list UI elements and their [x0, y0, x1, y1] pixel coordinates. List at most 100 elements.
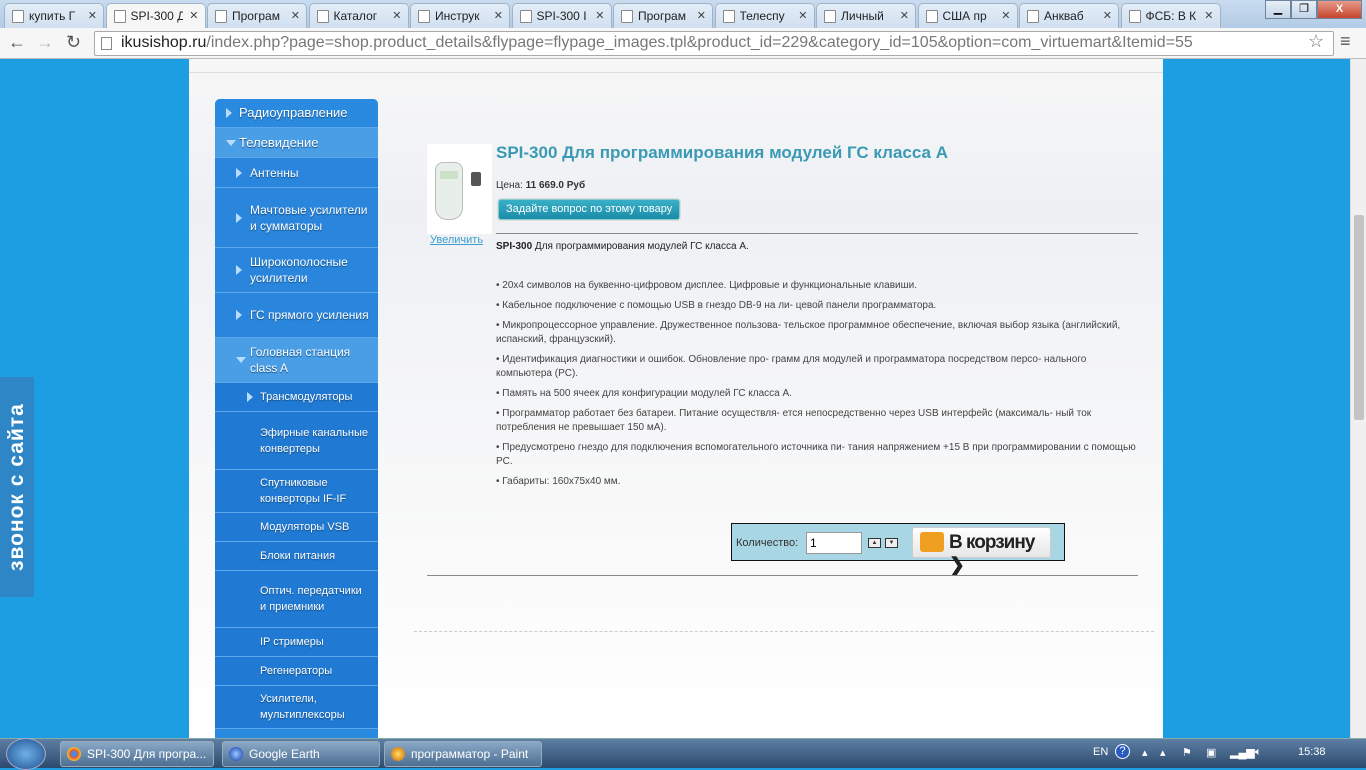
sidebar-item[interactable]: Антенны	[215, 158, 378, 188]
tab-title: Личный	[841, 9, 884, 23]
tab-title: купить Г	[29, 9, 76, 23]
close-tab-icon[interactable]: ✕	[900, 9, 909, 22]
taskbar-item-chrome[interactable]: SPI-300 Для програ...	[60, 741, 214, 767]
taskbar-item-paint[interactable]: программатор - Paint	[384, 741, 542, 767]
close-tab-icon[interactable]: ✕	[291, 9, 300, 22]
close-window-button[interactable]: X	[1317, 0, 1362, 19]
vertical-scrollbar[interactable]	[1350, 59, 1366, 738]
tab-strip: ▁ ❐ X купить Г ✕ SPI-300 Д ✕ Програм ✕ Каталог…	[0, 0, 1366, 28]
zoom-image-link[interactable]: Увеличить	[430, 234, 483, 246]
ask-question-button[interactable]: Задайте вопрос по этому товару	[498, 199, 681, 220]
tab[interactable]: Личный ✕	[816, 3, 916, 28]
tab[interactable]: SPI-300 Д ✕	[105, 3, 206, 28]
sidebar-item[interactable]: Спутниковые конверторы IF-IF	[215, 470, 378, 513]
sidebar-item-label: Мачтовые усилители и сумматоры	[250, 202, 368, 233]
tab[interactable]: ФСБ: В К ✕	[1120, 3, 1221, 28]
quantity-label: Количество:	[736, 537, 799, 549]
close-tab-icon[interactable]: ✕	[494, 9, 503, 22]
doc-icon	[1027, 10, 1039, 23]
address-bar[interactable]: ikusishop.ru/index.php?page=shop.product…	[94, 31, 1334, 56]
tab[interactable]: Телеспу ✕	[714, 3, 815, 28]
close-tab-icon[interactable]: ✕	[189, 9, 198, 22]
tab[interactable]: Каталог ✕	[308, 3, 409, 28]
feature-item: • Микропроцессорное управление. Дружеств…	[496, 320, 1121, 345]
price-label: Цена:	[496, 180, 523, 191]
programmer-device-image	[435, 162, 463, 220]
tab-title: ФСБ: В К	[1145, 9, 1197, 23]
sidebar-item[interactable]	[215, 729, 378, 738]
taskbar-label: программатор - Paint	[411, 747, 529, 761]
quantity-down-button[interactable]: ▼	[885, 538, 898, 548]
callback-widget[interactable]: звонок с сайта	[0, 377, 34, 597]
sidebar-item-label: Головная станция class A	[250, 345, 351, 375]
volume-icon[interactable]: 🔈︎	[1255, 746, 1262, 759]
sidebar-item[interactable]: Трансмодуляторы	[215, 383, 378, 412]
flag-icon[interactable]: ⚑	[1182, 746, 1192, 759]
tab-title: Телеспу	[739, 9, 785, 23]
taskbar: SPI-300 Для програ... Google Earth прогр…	[0, 738, 1366, 770]
menu-icon[interactable]: ≡	[1340, 31, 1351, 52]
close-tab-icon[interactable]: ✕	[88, 9, 97, 22]
quantity-up-button[interactable]: ▲	[868, 538, 881, 548]
dashed-divider	[414, 631, 1154, 632]
tab[interactable]: США пр ✕	[917, 3, 1018, 28]
tab[interactable]: SPI-300 I ✕	[511, 3, 612, 28]
sidebar-item-label: Модуляторы VSB	[260, 521, 350, 533]
category-menu: Радиоуправление Телевидение Антенны Мачтовы…	[215, 99, 378, 738]
sidebar-item[interactable]: Блоки питания	[215, 542, 378, 571]
reload-icon[interactable]: ↻	[66, 32, 81, 53]
sidebar-item[interactable]: IP стримеры	[215, 628, 378, 657]
taskbar-item-google-earth[interactable]: Google Earth	[222, 741, 380, 767]
sidebar-item[interactable]: Головная станция class A	[215, 338, 378, 383]
bookmark-star-icon[interactable]: ☆	[1308, 31, 1324, 52]
device-icon[interactable]: ▣	[1206, 746, 1216, 759]
add-to-cart-button[interactable]: В корзину ❯	[912, 527, 1051, 576]
triangle-icon[interactable]: ▴	[1160, 746, 1166, 759]
scrollbar-thumb[interactable]	[1354, 215, 1364, 420]
quantity-input[interactable]	[806, 532, 862, 554]
sidebar-item[interactable]: Оптич. передатчики и приемники	[215, 571, 378, 628]
close-tab-icon[interactable]: ✕	[1103, 9, 1112, 22]
product-short-desc: SPI-300 Для программирования модулей ГС …	[496, 241, 749, 252]
yandex-icon	[12, 10, 24, 23]
sidebar-item[interactable]: Модуляторы VSB	[215, 513, 378, 542]
sidebar-item[interactable]: Радиоуправление	[215, 99, 378, 128]
start-button[interactable]	[6, 738, 46, 770]
close-tab-icon[interactable]: ✕	[697, 9, 706, 22]
tab[interactable]: Анкваб ✕	[1019, 3, 1119, 28]
restore-button[interactable]: ❐	[1291, 0, 1317, 19]
close-tab-icon[interactable]: ✕	[798, 9, 807, 22]
help-icon[interactable]: ?	[1115, 744, 1130, 759]
tab[interactable]: Програм ✕	[207, 3, 307, 28]
close-tab-icon[interactable]: ✕	[1001, 9, 1010, 22]
divider	[496, 233, 1138, 234]
network-signal-icon[interactable]: ▂▄▆	[1230, 746, 1255, 759]
close-tab-icon[interactable]: ✕	[595, 9, 604, 22]
web-page: звонок с сайта Радиоуправление Телевидени…	[0, 59, 1350, 738]
product-image[interactable]	[427, 144, 492, 234]
minimize-button[interactable]: ▁	[1265, 0, 1291, 19]
close-tab-icon[interactable]: ✕	[392, 9, 401, 22]
sidebar-item[interactable]: ГС прямого усиления	[215, 293, 378, 338]
tab[interactable]: купить Г ✕	[4, 3, 104, 28]
language-indicator[interactable]: EN	[1093, 746, 1108, 758]
caret-right-icon	[226, 108, 232, 118]
close-tab-icon[interactable]: ✕	[1204, 9, 1213, 22]
sidebar-item[interactable]: Мачтовые усилители и сумматоры	[215, 188, 378, 248]
caret-down-icon	[226, 139, 236, 146]
connector-image	[471, 172, 481, 186]
clock[interactable]: 15:38	[1298, 746, 1326, 758]
sidebar-item[interactable]: Широкополосные усилители	[215, 248, 378, 293]
tab[interactable]: Инструк ✕	[410, 3, 510, 28]
forward-icon[interactable]: →	[36, 32, 54, 53]
sidebar-item[interactable]: Усилители, мультиплексоры	[215, 686, 378, 729]
back-icon[interactable]: ←	[8, 32, 26, 53]
cart-button-label: В корзину ❯	[949, 532, 1035, 576]
sidebar-item[interactable]: Эфирные канальные конвертеры	[215, 412, 378, 470]
taskbar-label: Google Earth	[249, 747, 320, 761]
sidebar-item[interactable]: Регенераторы	[215, 657, 378, 686]
sidebar-item-label: Оптич. передатчики и приемники	[260, 585, 362, 613]
tab[interactable]: Програм ✕	[613, 3, 713, 28]
show-hidden-icons[interactable]: ▴	[1142, 746, 1148, 759]
sidebar-item[interactable]: Телевидение	[215, 128, 378, 158]
